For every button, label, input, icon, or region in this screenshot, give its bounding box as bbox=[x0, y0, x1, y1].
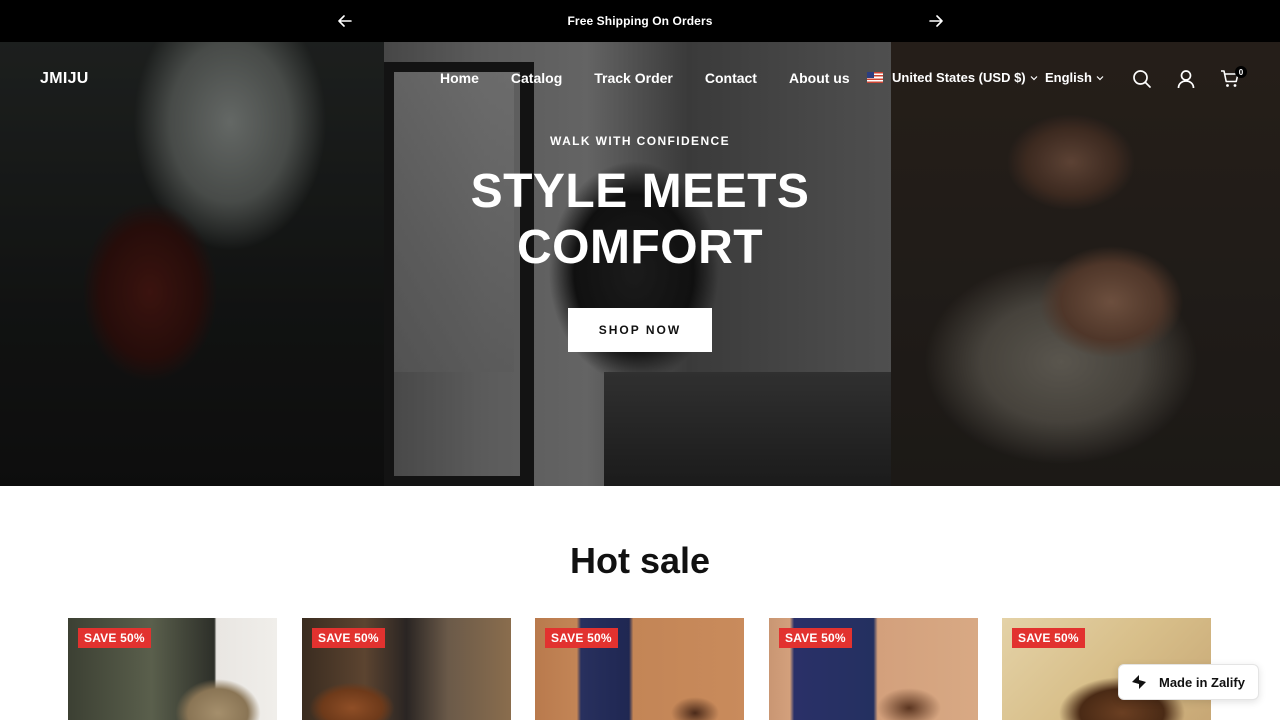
account-icon[interactable] bbox=[1175, 68, 1197, 90]
currency-label: United States (USD $) bbox=[892, 70, 1026, 85]
product-card[interactable]: SAVE 50% bbox=[769, 618, 978, 720]
product-card[interactable]: SAVE 50% bbox=[302, 618, 511, 720]
zalify-logo-icon bbox=[1131, 674, 1147, 690]
language-selector[interactable]: English bbox=[1045, 70, 1104, 85]
shop-now-button[interactable]: SHOP NOW bbox=[568, 308, 712, 352]
hero-banner: WALK WITH CONFIDENCE STYLE MEETS COMFORT… bbox=[0, 42, 1280, 486]
sale-badge: SAVE 50% bbox=[312, 628, 385, 648]
hero-eyebrow: WALK WITH CONFIDENCE bbox=[550, 134, 730, 148]
made-in-zalify-badge[interactable]: Made in Zalify bbox=[1118, 664, 1259, 700]
hot-sale-title: Hot sale bbox=[569, 540, 711, 581]
hot-sale-products: SAVE 50% SAVE 50% SAVE 50% SAVE 50% SAVE… bbox=[68, 618, 1212, 720]
announcement-bar: Free Shipping On Orders bbox=[0, 0, 1280, 42]
announcement-text: Free Shipping On Orders bbox=[567, 14, 713, 28]
main-nav: Home Catalog Track Order Contact About u… bbox=[440, 70, 850, 86]
sale-badge: SAVE 50% bbox=[545, 628, 618, 648]
sale-badge: SAVE 50% bbox=[1012, 628, 1085, 648]
chevron-down-icon bbox=[1096, 75, 1104, 80]
product-card[interactable]: SAVE 50% bbox=[535, 618, 744, 720]
nav-item-about-us[interactable]: About us bbox=[789, 70, 850, 86]
zalify-label: Made in Zalify bbox=[1159, 674, 1245, 690]
hero-title-line2: COMFORT bbox=[516, 221, 764, 274]
sale-badge: SAVE 50% bbox=[779, 628, 852, 648]
us-flag-icon bbox=[867, 72, 883, 83]
currency-selector[interactable]: United States (USD $) bbox=[867, 70, 1038, 85]
hero-content: WALK WITH CONFIDENCE STYLE MEETS COMFORT… bbox=[0, 42, 1280, 486]
language-label: English bbox=[1045, 70, 1092, 85]
nav-item-track-order[interactable]: Track Order bbox=[594, 70, 673, 86]
arrow-left-icon[interactable] bbox=[335, 11, 355, 31]
nav-item-home[interactable]: Home bbox=[440, 70, 479, 86]
arrow-right-icon[interactable] bbox=[926, 11, 946, 31]
nav-item-contact[interactable]: Contact bbox=[705, 70, 757, 86]
search-icon[interactable] bbox=[1131, 68, 1153, 90]
chevron-down-icon bbox=[1030, 75, 1038, 80]
site-logo[interactable]: JMIJU bbox=[40, 70, 89, 88]
cart-count-badge: 0 bbox=[1235, 66, 1247, 78]
nav-item-catalog[interactable]: Catalog bbox=[511, 70, 562, 86]
hero-title: STYLE MEETS COMFORT bbox=[0, 164, 1280, 276]
product-card[interactable]: SAVE 50% bbox=[68, 618, 277, 720]
sale-badge: SAVE 50% bbox=[78, 628, 151, 648]
hero-title-line1: STYLE MEETS bbox=[470, 165, 810, 218]
